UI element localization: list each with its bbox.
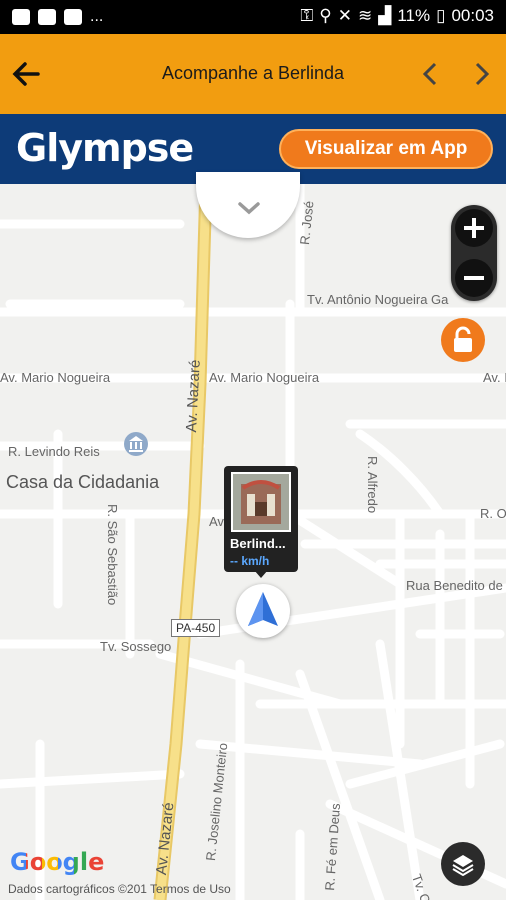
- gallery-icon: [38, 9, 56, 25]
- street-label: R. Alfredo: [365, 456, 380, 514]
- battery-icon: ▯: [436, 6, 446, 25]
- navigation-arrow-icon: [248, 592, 278, 626]
- chevron-down-icon: [238, 202, 260, 215]
- open-in-app-button[interactable]: Visualizar em App: [279, 129, 493, 169]
- chevron-left-icon[interactable]: [417, 60, 443, 88]
- signal-icon: ▟: [378, 6, 392, 25]
- battery-percent: 11%: [397, 6, 431, 25]
- youtube-icon: [12, 9, 30, 25]
- glympse-logo: Glympse: [16, 126, 194, 170]
- route-shield: PA-450: [171, 619, 221, 637]
- street-label: Av. Mario Nogueira: [209, 370, 320, 385]
- app-bar: Acompanhe a Berlinda: [0, 34, 506, 114]
- street-label: R. O: [480, 506, 506, 521]
- street-label: Av: [209, 514, 224, 529]
- zoom-in-icon[interactable]: [454, 208, 494, 248]
- google-logo: Google: [10, 848, 104, 876]
- street-label: R. Levindo Reis: [8, 444, 100, 459]
- user-photo: [231, 472, 291, 532]
- unlock-icon: [454, 326, 472, 352]
- street-label: Tv. Antônio Nogueira Ga: [307, 292, 449, 307]
- follow-lock-button[interactable]: [441, 318, 485, 362]
- clock: 00:03: [451, 6, 494, 25]
- mute-icon: ✕: [337, 6, 352, 25]
- google-logo-text: Google: [10, 848, 105, 876]
- street-label: Av. I: [483, 370, 506, 385]
- government-building-icon: [124, 432, 148, 456]
- user-name: Berlind...: [230, 536, 286, 551]
- zoom-out-icon[interactable]: [454, 258, 494, 298]
- popup-pointer: [254, 570, 268, 578]
- map-layers-button[interactable]: [441, 842, 485, 886]
- poi-label: Casa da Cidadania: [6, 472, 160, 492]
- wifi-icon: ≋: [358, 6, 373, 25]
- zoom-controls: [451, 205, 497, 301]
- street-label: Rua Benedito de: [406, 578, 503, 593]
- street-label: R. São Sebastião: [105, 504, 120, 606]
- more-notifications: ...: [90, 8, 104, 25]
- map-attribution[interactable]: Dados cartográficos ©201 Termos de Uso: [8, 882, 231, 896]
- street-label: Av. Mario Nogueira: [0, 370, 111, 385]
- user-speed: -- km/h: [230, 554, 270, 568]
- status-bar: ... ⚿ ⚲ ✕ ≋ ▟ 11% ▯ 00:03: [0, 0, 506, 34]
- layers-icon: [452, 855, 474, 876]
- user-info-popup[interactable]: Berlind... -- km/h: [224, 466, 298, 578]
- youtube-icon-2: [64, 9, 82, 25]
- location-marker[interactable]: [236, 584, 290, 638]
- notification-icon: ⚿: [300, 6, 314, 25]
- chevron-right-icon[interactable]: [469, 60, 495, 88]
- location-icon: ⚲: [319, 6, 332, 25]
- street-label: Tv. Sossego: [100, 639, 172, 654]
